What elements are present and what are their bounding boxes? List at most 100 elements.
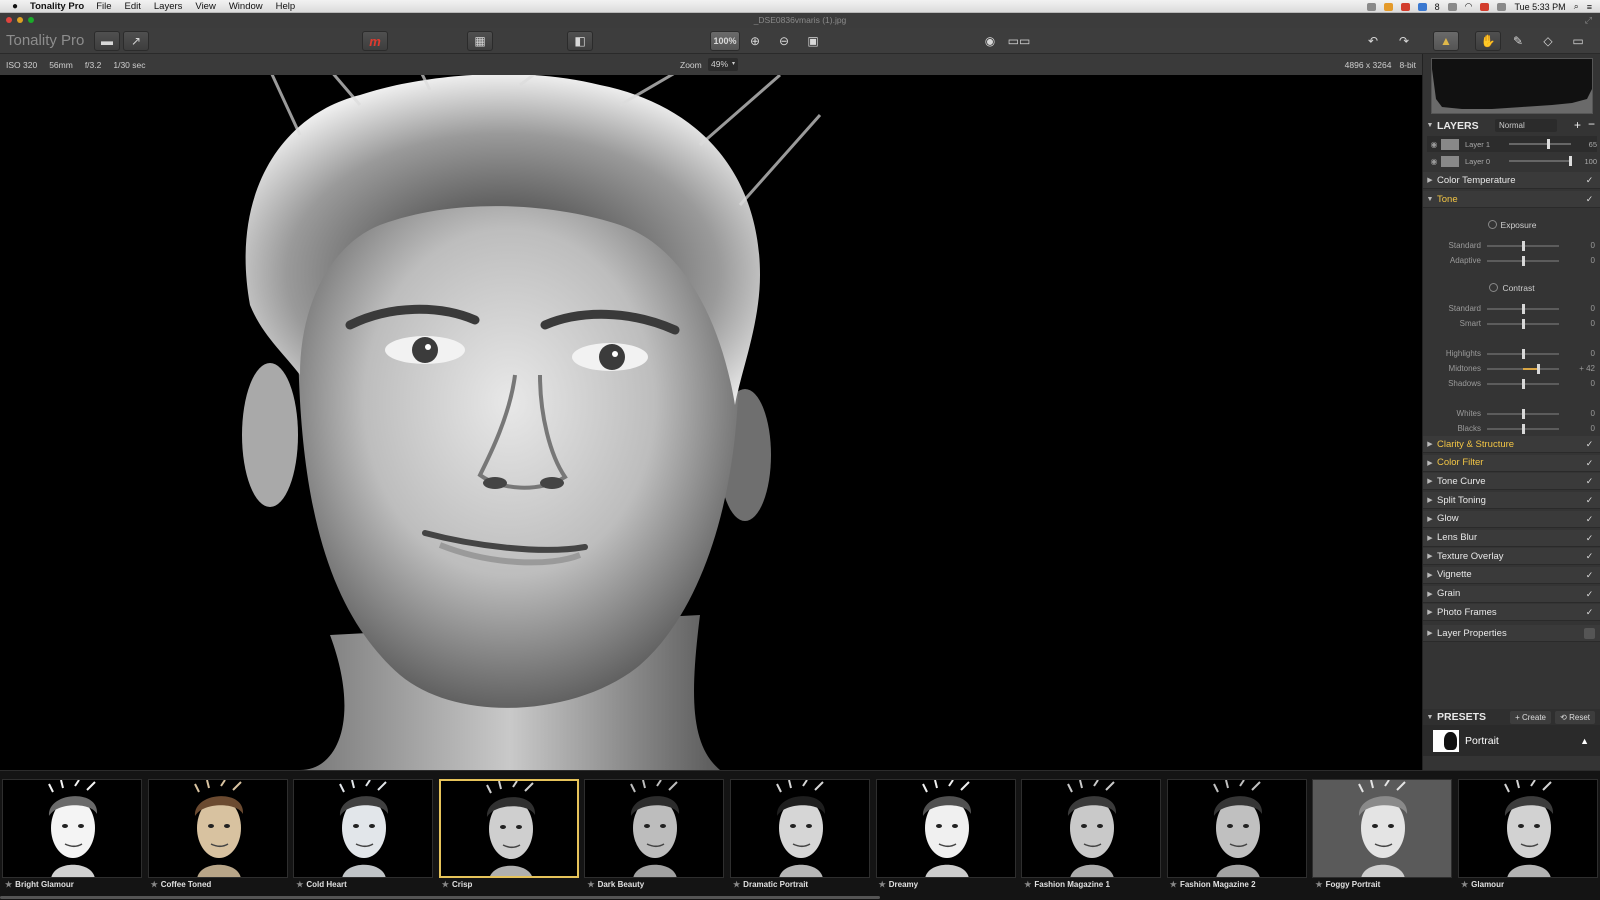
slider-track[interactable] bbox=[1487, 409, 1559, 419]
layer-row[interactable]: ◉ Layer 1 65 bbox=[1427, 136, 1597, 152]
menu-edit[interactable]: Edit bbox=[125, 1, 141, 12]
tone-slider[interactable]: Standard 0 bbox=[1423, 239, 1600, 253]
slider-knob[interactable] bbox=[1522, 319, 1525, 329]
preset-thumbnail[interactable]: ★ Coffee Toned bbox=[147, 779, 288, 891]
section-header[interactable]: ▶ Split Toning ✓ bbox=[1423, 492, 1600, 510]
checkmark-icon[interactable]: ✓ bbox=[1584, 607, 1595, 618]
preset-category-select[interactable]: Portrait ▲ bbox=[1423, 726, 1600, 756]
star-icon[interactable]: ★ bbox=[1461, 880, 1468, 889]
slider-knob[interactable] bbox=[1522, 256, 1525, 266]
section-header[interactable]: ▶ Texture Overlay ✓ bbox=[1423, 548, 1600, 566]
slider-track[interactable] bbox=[1487, 241, 1559, 251]
compare-view-button[interactable]: ◧ bbox=[567, 31, 593, 51]
menu-layers[interactable]: Layers bbox=[154, 1, 183, 12]
preset-thumbnail[interactable]: ★ Glamour bbox=[1458, 779, 1598, 891]
checkmark-icon[interactable]: ✓ bbox=[1584, 458, 1595, 469]
preset-thumbnail[interactable]: ★ Bright Glamour bbox=[2, 779, 142, 891]
create-preset-button[interactable]: + Create bbox=[1510, 711, 1551, 724]
zoom-100-button[interactable]: 100% bbox=[710, 31, 740, 51]
slider-track[interactable] bbox=[1487, 349, 1559, 359]
menu-window[interactable]: Window bbox=[229, 1, 263, 12]
eye-icon[interactable]: ◉ bbox=[1427, 157, 1441, 166]
star-icon[interactable]: ★ bbox=[151, 880, 158, 889]
star-icon[interactable]: ★ bbox=[879, 880, 886, 889]
menu-view[interactable]: View bbox=[195, 1, 215, 12]
section-header[interactable]: ▶ Color Filter ✓ bbox=[1423, 454, 1600, 472]
zoom-in-button[interactable]: ⊕ bbox=[742, 31, 768, 51]
menu-app-name[interactable]: Tonality Pro bbox=[30, 1, 84, 12]
slider-knob[interactable] bbox=[1537, 364, 1541, 374]
star-icon[interactable]: ★ bbox=[587, 880, 594, 889]
star-icon[interactable]: ★ bbox=[1315, 880, 1322, 889]
slider-track[interactable] bbox=[1487, 256, 1559, 266]
slider-track[interactable] bbox=[1487, 364, 1559, 374]
preset-thumbnail[interactable]: ★ Crisp bbox=[438, 779, 579, 891]
preset-thumbnail[interactable]: ★ Foggy Portrait bbox=[1312, 779, 1453, 891]
zoom-dropdown[interactable]: 49% ▾ bbox=[708, 58, 738, 71]
layer-opacity-slider[interactable] bbox=[1509, 139, 1571, 149]
tone-slider[interactable]: Smart 0 bbox=[1423, 317, 1600, 331]
reset-presets-button[interactable]: ⟲ Reset bbox=[1555, 711, 1595, 724]
section-header[interactable]: ▶ Glow ✓ bbox=[1423, 510, 1600, 528]
slider-track[interactable] bbox=[1487, 424, 1559, 434]
checkmark-icon[interactable]: ✓ bbox=[1584, 570, 1595, 581]
checkmark-icon[interactable]: ✓ bbox=[1584, 194, 1595, 205]
image-tool-button[interactable]: ▲ bbox=[1433, 31, 1459, 51]
preset-thumbnail[interactable]: ★ Fashion Magazine 2 bbox=[1166, 779, 1307, 891]
tone-slider[interactable]: Shadows 0 bbox=[1423, 377, 1600, 391]
apple-menu-icon[interactable]: ● bbox=[0, 1, 30, 12]
checkmark-icon[interactable]: ✓ bbox=[1584, 439, 1595, 450]
remove-layer-button[interactable]: − bbox=[1588, 117, 1595, 131]
browser-view-button[interactable]: ▦ bbox=[467, 31, 493, 51]
blend-mode-select[interactable]: Normal bbox=[1495, 119, 1557, 132]
tray-icon[interactable] bbox=[1383, 2, 1393, 11]
preset-thumbnail[interactable]: ★ Dark Beauty bbox=[584, 779, 725, 891]
slider-track[interactable] bbox=[1487, 379, 1559, 389]
preset-thumbnail[interactable]: ★ Cold Heart bbox=[293, 779, 434, 891]
star-icon[interactable]: ★ bbox=[296, 880, 303, 889]
slider-knob[interactable] bbox=[1522, 379, 1525, 389]
eye-icon[interactable]: ◉ bbox=[1427, 140, 1441, 149]
plugin-button[interactable]: m bbox=[362, 31, 388, 51]
image-canvas[interactable] bbox=[0, 75, 1422, 770]
checkmark-icon[interactable]: ✓ bbox=[1584, 175, 1595, 186]
battery-icon[interactable] bbox=[1497, 2, 1507, 11]
preset-thumbnail[interactable]: ★ Dreamy bbox=[875, 779, 1016, 891]
checkmark-icon[interactable]: ✓ bbox=[1584, 495, 1595, 506]
open-file-button[interactable]: ▬ bbox=[94, 31, 120, 51]
star-icon[interactable]: ★ bbox=[5, 880, 12, 889]
layer-row[interactable]: ◉ Layer 0 100 bbox=[1427, 153, 1597, 169]
layers-section-header[interactable]: ▼ LAYERS Normal + − bbox=[1423, 117, 1600, 134]
menu-file[interactable]: File bbox=[96, 1, 111, 12]
brush-tool-button[interactable]: ✎ bbox=[1505, 31, 1531, 51]
section-header[interactable]: ▶ Grain ✓ bbox=[1423, 585, 1600, 603]
fullscreen-icon[interactable]: ⤢ bbox=[1585, 15, 1592, 26]
tone-slider[interactable]: Highlights 0 bbox=[1423, 347, 1600, 361]
zoom-out-button[interactable]: ⊖ bbox=[771, 31, 797, 51]
slider-track[interactable] bbox=[1487, 304, 1559, 314]
slider-knob[interactable] bbox=[1522, 424, 1525, 434]
tray-icon[interactable] bbox=[1366, 2, 1376, 11]
slider-knob[interactable] bbox=[1522, 304, 1525, 314]
tone-slider[interactable]: Midtones + 42 bbox=[1423, 362, 1600, 376]
section-header[interactable]: ▶ Layer Properties bbox=[1423, 625, 1600, 642]
wifi-icon[interactable]: ◠ bbox=[1465, 1, 1473, 12]
tray-badge[interactable]: 8 bbox=[1435, 2, 1440, 12]
menu-help[interactable]: Help bbox=[276, 1, 296, 12]
filmstrip-scrollbar[interactable] bbox=[0, 896, 880, 899]
star-icon[interactable]: ★ bbox=[1024, 880, 1031, 889]
before-after-button[interactable]: ▭▭ bbox=[1006, 31, 1032, 51]
gradient-tool-button[interactable]: ▭ bbox=[1565, 31, 1591, 51]
star-icon[interactable]: ★ bbox=[733, 880, 740, 889]
star-icon[interactable]: ★ bbox=[442, 880, 449, 889]
preset-thumbnail[interactable]: ★ Fashion Magazine 1 bbox=[1021, 779, 1162, 891]
notification-center-icon[interactable]: ≡ bbox=[1587, 2, 1592, 12]
tone-slider[interactable]: Whites 0 bbox=[1423, 407, 1600, 421]
presets-section-header[interactable]: ▼ PRESETS + Create ⟲ Reset bbox=[1423, 709, 1600, 726]
tone-slider[interactable]: Adaptive 0 bbox=[1423, 254, 1600, 268]
checkmark-icon[interactable]: ✓ bbox=[1584, 589, 1595, 600]
slider-knob[interactable] bbox=[1522, 349, 1525, 359]
star-icon[interactable]: ★ bbox=[1170, 880, 1177, 889]
share-button[interactable]: ↗ bbox=[123, 31, 149, 51]
tray-icon[interactable] bbox=[1400, 2, 1410, 11]
